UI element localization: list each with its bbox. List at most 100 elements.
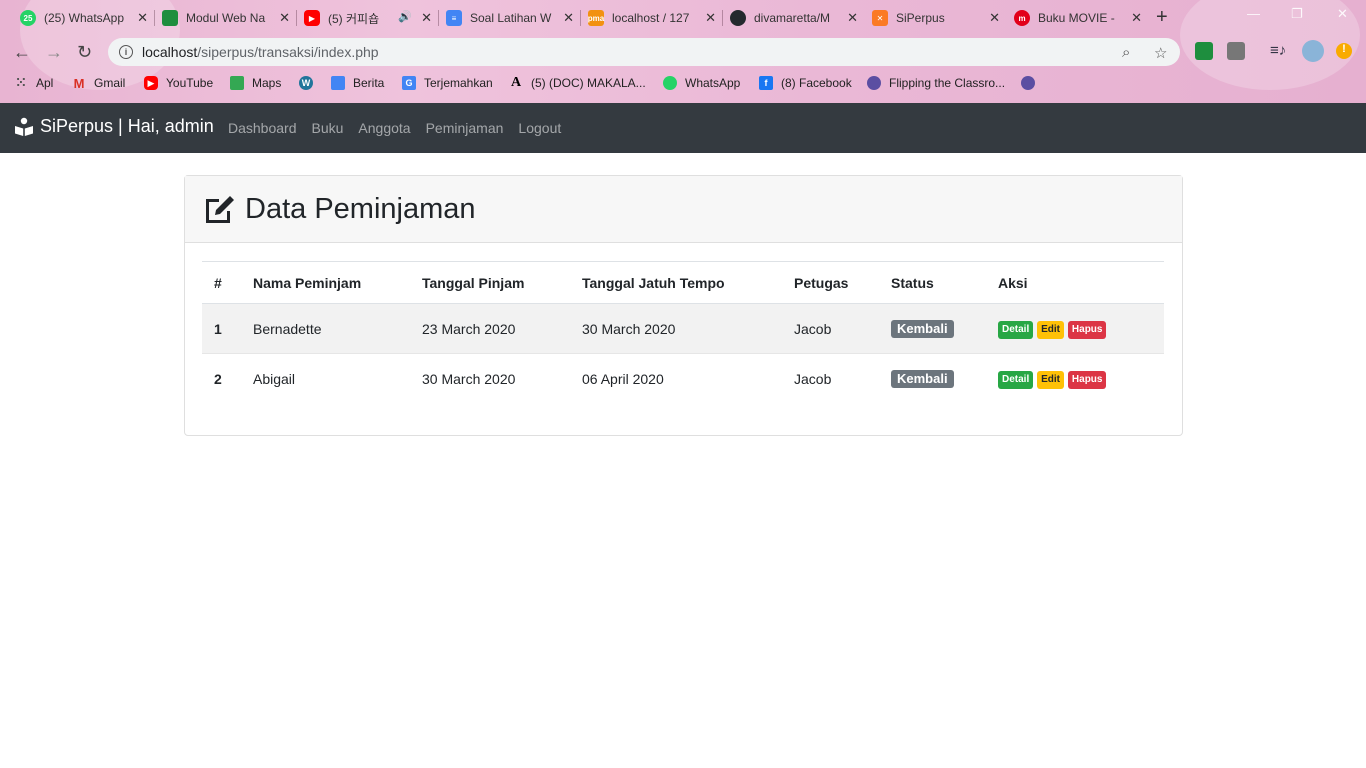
bookmark-label: Maps [252,76,282,90]
close-icon[interactable]: ✕ [847,10,858,26]
address-bar[interactable]: i localhost/siperpus/transaksi/index.php… [108,38,1180,66]
bookmark-globe[interactable] [1021,76,1043,90]
tab-siperpus[interactable]: ✕ SiPerpus ✕ [864,4,1006,32]
xampp-icon: ✕ [872,10,888,26]
bookmark-wordpress[interactable]: W [299,76,321,90]
phpmyadmin-icon: pma [588,10,604,26]
col-header-tanggal-pinjam: Tanggal Pinjam [410,261,570,304]
close-icon[interactable]: ✕ [421,10,432,26]
media-control-icon[interactable]: ≡♪ [1270,42,1288,60]
tab-title: Soal Latihan W [470,11,552,25]
bookmark-facebook[interactable]: f (8) Facebook [759,76,852,90]
bookmark-berita[interactable]: Berita [331,76,384,90]
close-icon[interactable]: ✕ [563,10,574,26]
bookmark-star-icon[interactable]: ☆ [1154,44,1167,62]
back-arrow-icon[interactable]: ← [13,42,31,63]
cell-petugas: Jacob [782,303,879,354]
cell-nama: Abigail [253,370,296,387]
cell-jatuh-tempo: 30 March 2020 [570,303,782,354]
tab-title: (25) WhatsApp [44,11,125,25]
close-icon[interactable]: ✕ [705,10,716,26]
forward-arrow-icon[interactable]: → [45,42,63,63]
col-header-status: Status [879,261,986,304]
col-header-nama: Nama Peminjam [241,261,410,304]
bookmark-academia[interactable]: A (5) (DOC) MAKALA... [509,75,646,90]
download-extension-icon[interactable] [1227,42,1245,60]
detail-button[interactable]: Detail [998,370,1034,389]
brand-text: SiPerpus | Hai, admin [40,116,214,136]
moodle-icon: m [1014,10,1030,26]
site-info-icon[interactable]: i [119,45,133,59]
close-window-button[interactable]: ✕ [1337,6,1348,22]
tab-phpmyadmin[interactable]: pma localhost / 127 ✕ [580,4,723,32]
nav-buku[interactable]: Buku [312,120,344,136]
tab-title: Modul Web Na [186,11,266,25]
whatsapp-icon [663,76,677,90]
close-icon[interactable]: ✕ [137,10,148,26]
hapus-button[interactable]: Hapus [1067,370,1107,389]
edit-icon [206,196,234,223]
facebook-icon: f [759,76,773,90]
maximize-button[interactable]: ❐ [1291,6,1303,22]
github-icon [730,10,746,26]
col-header-petugas: Petugas [782,261,879,304]
table-header-row: # Nama Peminjam Tanggal Pinjam Tanggal J… [202,261,1164,304]
bookmark-label: Flipping the Classro... [889,76,1006,90]
tab-title: divamaretta/M [754,11,831,25]
bookmark-youtube[interactable]: ▶ YouTube [144,76,213,90]
tab-github[interactable]: divamaretta/M ✕ [722,4,864,32]
speaker-icon[interactable]: 🔊 [398,10,412,23]
update-alert-icon[interactable]: ! [1336,43,1352,59]
bookmarks-bar: ⁙ Apl M Gmail ▶ YouTube Maps W Berita G … [0,70,1366,98]
nav-anggota[interactable]: Anggota [358,120,410,136]
detail-button[interactable]: Detail [998,320,1034,339]
bookmark-gmail[interactable]: M Gmail [72,76,126,91]
bookmark-label: WhatsApp [685,76,741,90]
bookmark-apps[interactable]: ⁙ Apl [14,75,54,90]
nav-logout[interactable]: Logout [518,120,561,136]
tab-modul[interactable]: Modul Web Na ✕ [154,4,297,32]
profile-avatar-icon[interactable] [1302,40,1324,62]
bookmark-flipping-classroom[interactable]: Flipping the Classro... [867,76,1005,90]
wordpress-icon: W [299,76,313,90]
cell-status: Kembali [879,303,986,354]
bookmark-terjemahkan[interactable]: G Terjemahkan [402,76,493,90]
status-badge: Kembali [891,369,954,388]
bookmark-whatsapp[interactable]: WhatsApp [663,76,740,90]
close-icon[interactable]: ✕ [1131,10,1142,26]
cell-nama: Bernadette [241,303,410,354]
table-row: 1 Bernadette 23 March 2020 30 March 2020… [202,303,1164,354]
tab-whatsapp[interactable]: 25 (25) WhatsApp ✕ [12,4,155,32]
tab-buku-movie[interactable]: m Buku MOVIE - ✕ [1006,4,1148,32]
minimize-button[interactable]: — [1247,6,1260,21]
cell-jatuh-tempo: 06 April 2020 [582,370,664,387]
nav-dashboard[interactable]: Dashboard [228,120,297,136]
tab-youtube[interactable]: ▶ (5) 커피숍 🔊 ✕ [296,4,439,32]
news-icon [331,76,345,90]
bookmark-maps[interactable]: Maps [230,76,281,90]
edit-button[interactable]: Edit [1037,320,1065,339]
new-tab-button[interactable]: + [1156,6,1168,29]
youtube-icon: ▶ [144,76,158,90]
bookmark-label: YouTube [166,76,214,90]
cell-status: Kembali [879,354,986,404]
reload-icon[interactable]: ↻ [77,42,92,63]
cell-aksi: Detail Edit Hapus [986,303,1164,354]
close-icon[interactable]: ✕ [279,10,290,26]
cell-tanggal-pinjam: 30 March 2020 [422,370,516,387]
close-icon[interactable]: ✕ [989,10,1000,26]
whatsapp-icon: 25 [20,10,36,26]
globe-icon [867,76,881,90]
youtube-icon: ▶ [304,10,320,26]
classroom-extension-icon[interactable] [1195,42,1213,60]
hapus-button[interactable]: Hapus [1067,320,1107,339]
app-navbar: SiPerpus | Hai, admin Dashboard Buku Ang… [0,103,1366,153]
cell-petugas: Jacob [794,370,832,387]
tab-docs[interactable]: ≡ Soal Latihan W ✕ [438,4,581,32]
status-badge: Kembali [891,319,954,338]
book-reader-icon [15,117,33,136]
edit-button[interactable]: Edit [1037,370,1065,389]
nav-peminjaman[interactable]: Peminjaman [426,120,504,136]
navbar-brand[interactable]: SiPerpus | Hai, admin [14,116,214,137]
zoom-icon[interactable]: ⌕ [1122,44,1130,61]
